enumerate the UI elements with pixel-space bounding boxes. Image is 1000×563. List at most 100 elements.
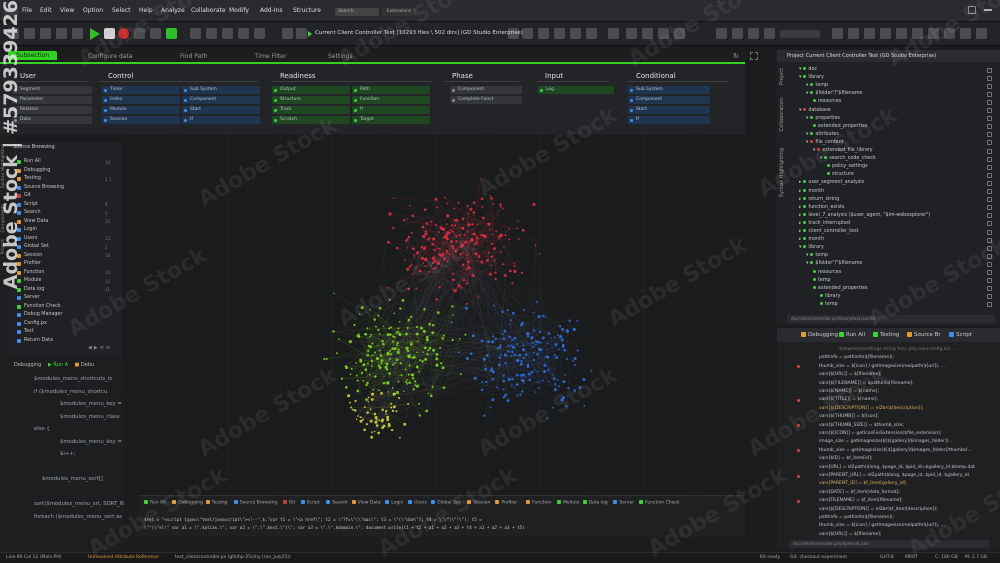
- tree-node[interactable]: library: [820, 293, 840, 299]
- tab-1[interactable]: Configure data: [88, 53, 133, 60]
- tree-node[interactable]: ▾ library: [799, 75, 824, 80]
- tree-checkbox[interactable]: [987, 294, 992, 300]
- chevron-down-icon[interactable]: ▾: [806, 140, 808, 145]
- chevron-down-icon[interactable]: ▾: [806, 116, 808, 121]
- category-chip[interactable]: Data: [12, 116, 92, 124]
- tree-checkbox[interactable]: [987, 75, 992, 81]
- tree-node[interactable]: ▸ month: [799, 188, 824, 194]
- category-chip[interactable]: Component: [450, 86, 522, 94]
- console-tab[interactable]: Testing: [205, 500, 227, 506]
- chevron-down-icon[interactable]: ▾: [806, 261, 808, 266]
- tree-checkbox[interactable]: [987, 189, 992, 194]
- camera-icon[interactable]: [912, 28, 923, 39]
- console-tab[interactable]: Function Check: [639, 500, 679, 506]
- category-chip[interactable]: Sub System: [628, 86, 710, 94]
- window-minimize-icon[interactable]: [984, 9, 992, 11]
- menu-item[interactable]: View: [60, 7, 74, 14]
- list-icon[interactable]: [190, 28, 201, 39]
- user-icon[interactable]: [864, 28, 875, 39]
- run-project-icon[interactable]: [308, 31, 312, 37]
- explorer-item[interactable]: Debugging: [24, 168, 50, 173]
- chevron-right-icon[interactable]: ▸: [799, 197, 801, 202]
- tree-node[interactable]: ▸ month: [799, 237, 824, 242]
- export-icon[interactable]: [554, 28, 565, 39]
- tree-checkbox[interactable]: [987, 205, 992, 211]
- explorer-item[interactable]: Function: [24, 270, 44, 275]
- breakpoint-icon[interactable]: [797, 449, 800, 453]
- pointer-icon[interactable]: [150, 28, 161, 39]
- expand-icon[interactable]: [750, 52, 758, 60]
- explorer-item[interactable]: Debug Manager: [24, 312, 62, 317]
- tree-node[interactable]: structure: [827, 172, 854, 177]
- tree-node[interactable]: ▾ $folder"/"$filename: [806, 261, 862, 266]
- tree-node[interactable]: ▾ $folder"/"$filename: [806, 91, 862, 96]
- clock-icon[interactable]: [608, 28, 619, 39]
- sync-icon[interactable]: [586, 28, 597, 39]
- category-chip[interactable]: Timer: [102, 86, 180, 94]
- tree-checkbox[interactable]: [987, 237, 992, 243]
- tree-node[interactable]: ▾ database: [799, 107, 831, 113]
- debug-tab[interactable]: Script: [949, 332, 972, 338]
- tree-checkbox[interactable]: [987, 213, 992, 219]
- explorer-item[interactable]: Testing: [24, 176, 41, 181]
- tree-node[interactable]: ▾ attributes: [806, 131, 839, 137]
- record-icon[interactable]: [134, 28, 145, 39]
- console-tab[interactable]: Module: [557, 500, 579, 506]
- debug-panel[interactable]: Debugging Run All Testing Source Br Script $…: [777, 328, 1000, 550]
- prev-icon[interactable]: [626, 28, 637, 39]
- grid-icon[interactable]: [642, 28, 653, 39]
- category-chip[interactable]: Session: [102, 116, 180, 124]
- tab-2[interactable]: Find Path: [180, 53, 207, 60]
- chevron-down-icon[interactable]: ▾: [799, 245, 801, 250]
- database-icon[interactable]: [848, 28, 859, 39]
- menu-item[interactable]: Option: [83, 7, 103, 14]
- explorer-item[interactable]: Data log: [24, 287, 44, 292]
- stop-icon[interactable]: [118, 28, 129, 39]
- tree-node[interactable]: extended_properties: [813, 123, 868, 129]
- tree-node[interactable]: ▸ function_exists: [799, 204, 844, 210]
- explorer-item[interactable]: Module: [24, 278, 41, 283]
- project-title[interactable]: Current Client Controller Test [10293 fi…: [315, 30, 523, 36]
- settings-icon[interactable]: [832, 28, 843, 39]
- chevron-down-icon[interactable]: ▾: [799, 67, 801, 72]
- console-tab[interactable]: Git: [282, 500, 295, 506]
- explorer-item[interactable]: Function Check: [24, 304, 61, 309]
- category-chip[interactable]: Segment: [12, 86, 92, 94]
- category-chip[interactable]: Function: [352, 96, 430, 104]
- category-chip[interactable]: Complete Funct: [450, 96, 522, 104]
- select-icon[interactable]: [254, 28, 265, 39]
- console-tab[interactable]: Global Set: [431, 500, 460, 506]
- tree-node[interactable]: ▾ doc: [799, 67, 817, 72]
- tree-checkbox[interactable]: [987, 286, 992, 292]
- forward-icon[interactable]: [296, 28, 307, 39]
- open-folder-icon[interactable]: [24, 28, 35, 39]
- menu-search-input[interactable]: Search: [335, 8, 379, 16]
- chevron-down-icon[interactable]: ▾: [806, 132, 808, 137]
- chevron-down-icon[interactable]: ▾: [799, 108, 801, 113]
- trash-icon[interactable]: [976, 28, 987, 39]
- category-chip[interactable]: If: [352, 106, 430, 114]
- build-icon[interactable]: [732, 28, 743, 39]
- print-icon[interactable]: [72, 28, 83, 39]
- console-tab[interactable]: Profiler: [495, 500, 517, 506]
- monitor-icon[interactable]: [748, 28, 759, 39]
- explorer-item[interactable]: Test: [24, 329, 33, 334]
- tree-checkbox[interactable]: [987, 221, 992, 227]
- tree-checkbox[interactable]: [987, 67, 992, 73]
- category-chip[interactable]: Module: [102, 106, 180, 114]
- status-file[interactable]: test_clientcontroller.px (gfx/hp-25/shy …: [175, 555, 291, 560]
- tree-checkbox[interactable]: [987, 253, 992, 259]
- tab-3[interactable]: Time Filter: [255, 53, 286, 60]
- chart-icon[interactable]: [928, 28, 939, 39]
- chevron-down-icon[interactable]: ▾: [806, 91, 808, 96]
- console-tab[interactable]: Script: [300, 500, 320, 506]
- tree-checkbox[interactable]: [987, 302, 992, 308]
- tree-node[interactable]: ▸ track_interrupted: [799, 220, 850, 226]
- chevron-right-icon[interactable]: ▸: [799, 205, 801, 210]
- console-tab[interactable]: Source Browsing: [233, 500, 277, 506]
- copy-window-icon[interactable]: [960, 28, 971, 39]
- tree-node[interactable]: temp: [820, 301, 838, 307]
- explorer-item[interactable]: Return Data: [24, 338, 53, 343]
- category-chip[interactable]: Sub System: [182, 86, 260, 94]
- tree-node[interactable]: ▸ level_7_analysis ($user_agent, "$im-web…: [799, 212, 930, 218]
